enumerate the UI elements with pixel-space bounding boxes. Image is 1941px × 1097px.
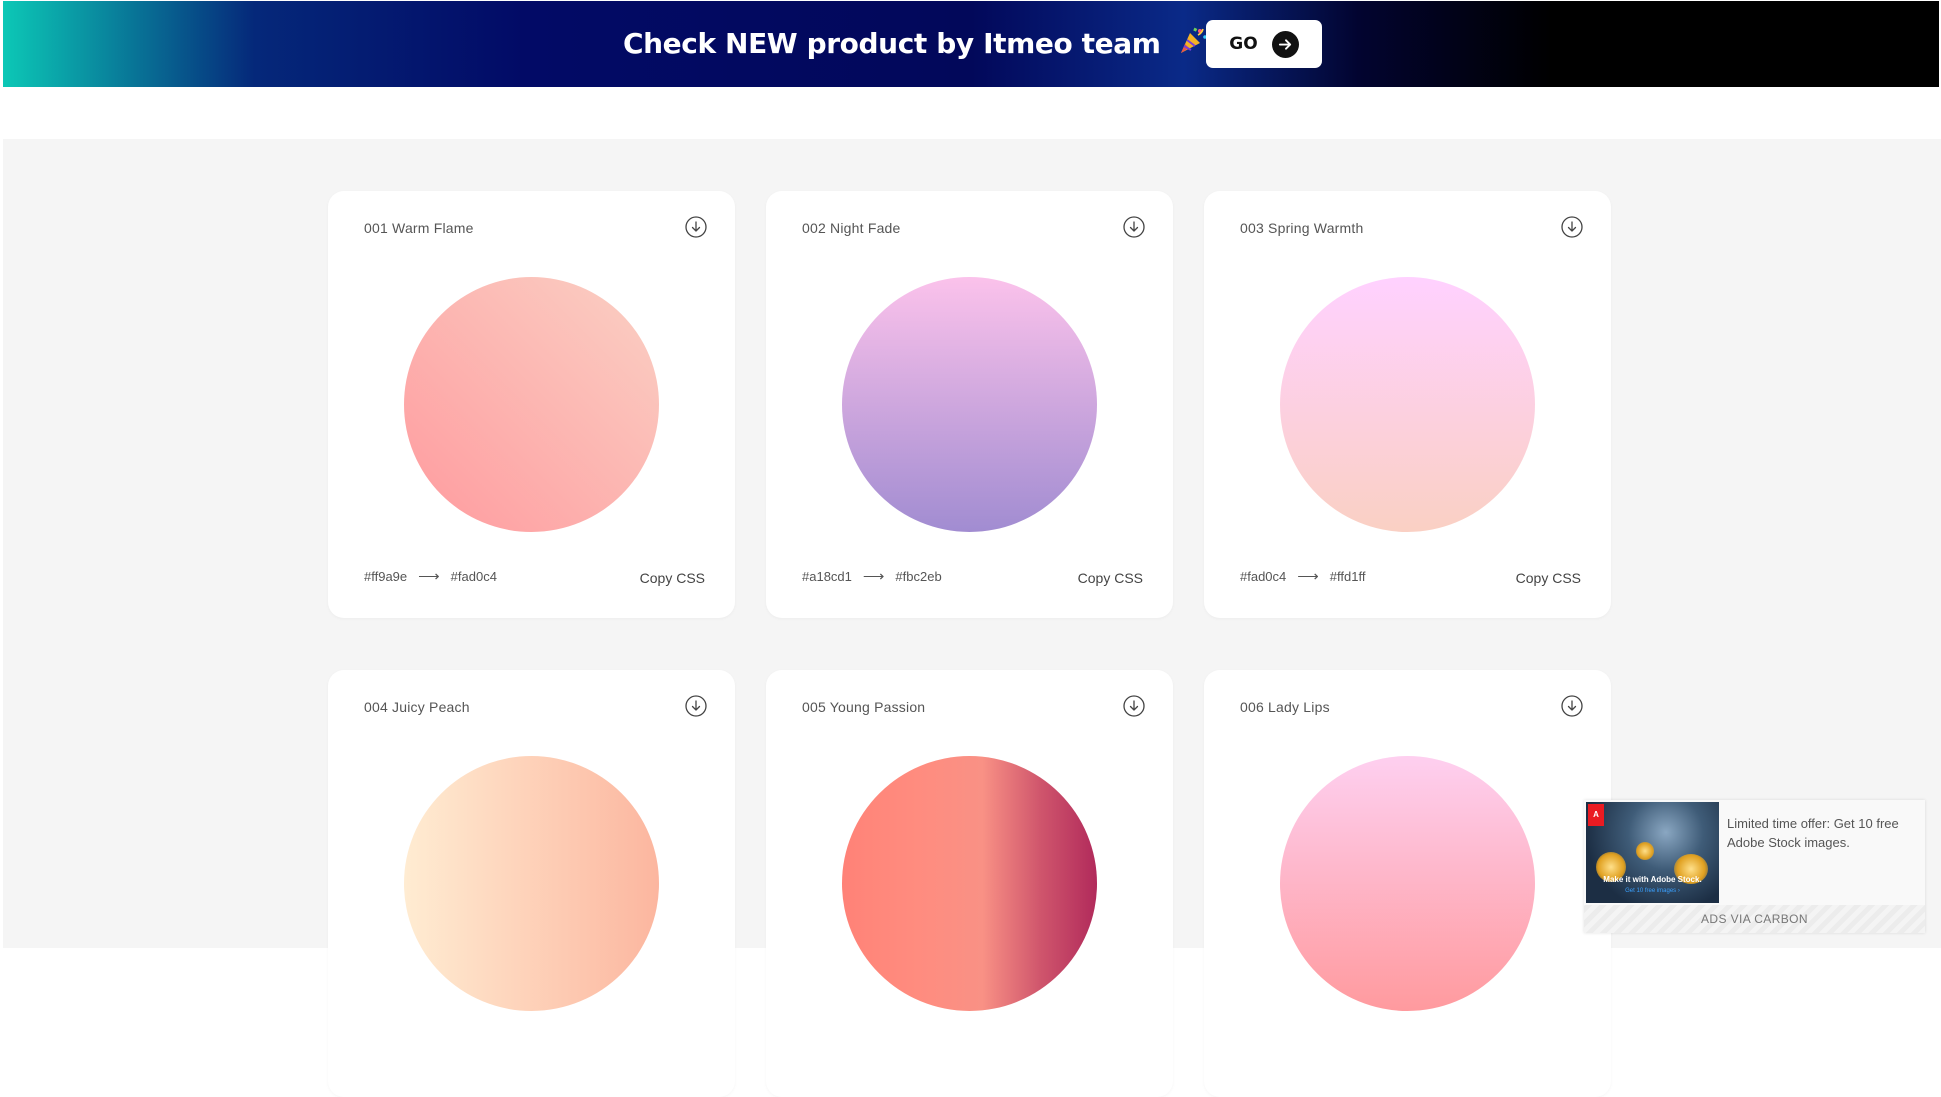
gradient-swatch [842,277,1097,532]
adobe-logo-icon: A [1588,804,1604,826]
gradient-card: 001 Warm Flame #ff9a9e ⟶ #fad0c4 Copy CS… [328,191,735,618]
copy-css-button[interactable]: Copy CSS [1516,570,1581,586]
gradient-swatch [404,277,659,532]
arrow-right-icon: ⟶ [862,568,885,585]
gradient-title: 003 Spring Warmth [1240,220,1364,236]
carbon-ad: A Make it with Adobe Stock. Get 10 free … [1584,800,1925,933]
gradient-card: 002 Night Fade #a18cd1 ⟶ #fbc2eb Copy CS… [766,191,1173,618]
gradient-card: 005 Young Passion [766,670,1173,1097]
download-icon[interactable] [1561,216,1583,238]
gradient-title: 005 Young Passion [802,699,926,715]
download-icon[interactable] [685,216,707,238]
gradient-card: 004 Juicy Peach [328,670,735,1097]
party-popper-icon [1178,25,1208,65]
download-icon[interactable] [685,695,707,717]
color-to: #ffd1ff [1329,568,1366,584]
copy-css-button[interactable]: Copy CSS [1078,570,1143,586]
ads-via-carbon-link[interactable]: ADS VIA CARBON [1584,905,1925,933]
banner-headline: Check NEW product by Itmeo team [623,25,1208,65]
promo-banner: Check NEW product by Itmeo team GO [3,1,1939,87]
ad-image-caption: Make it with Adobe Stock. [1603,875,1702,884]
copy-css-button[interactable]: Copy CSS [640,570,705,586]
color-from: #ff9a9e [364,568,408,584]
arrow-right-circle-icon [1271,30,1299,58]
go-button[interactable]: GO [1206,20,1322,68]
arrow-right-icon: ⟶ [418,568,440,585]
gradient-title: 002 Night Fade [802,220,901,236]
arrow-right-icon: ⟶ [1297,568,1319,585]
gradient-swatch [842,756,1097,1011]
go-button-label: GO [1229,34,1258,54]
color-to: #fbc2eb [895,568,942,584]
color-to: #fad0c4 [450,568,497,584]
gradient-title: 001 Warm Flame [364,220,474,236]
lantern-glow [1636,842,1654,860]
gradient-colors: #fad0c4 ⟶ #ffd1ff [1240,567,1365,585]
gradient-swatch [1280,277,1535,532]
gradient-card: 003 Spring Warmth #fad0c4 ⟶ #ffd1ff Copy… [1204,191,1611,618]
gradient-title: 004 Juicy Peach [364,699,470,715]
ad-image-subcaption: Get 10 free images › [1625,888,1680,894]
ad-image[interactable]: A Make it with Adobe Stock. Get 10 free … [1586,802,1719,903]
download-icon[interactable] [1123,695,1145,717]
banner-text: Check NEW product by Itmeo team [623,27,1161,60]
color-from: #a18cd1 [802,568,852,584]
gradient-colors: #ff9a9e ⟶ #fad0c4 [364,567,497,585]
gradient-title: 006 Lady Lips [1240,699,1330,715]
gradient-swatch [1280,756,1535,1011]
download-icon[interactable] [1123,216,1145,238]
download-icon[interactable] [1561,695,1583,717]
gradient-swatch [404,756,659,1011]
gradient-card: 006 Lady Lips [1204,670,1611,1097]
color-from: #fad0c4 [1240,568,1287,584]
gradient-colors: #a18cd1 ⟶ #fbc2eb [802,567,942,585]
ad-text-link[interactable]: Limited time offer: Get 10 free Adobe St… [1727,814,1917,852]
